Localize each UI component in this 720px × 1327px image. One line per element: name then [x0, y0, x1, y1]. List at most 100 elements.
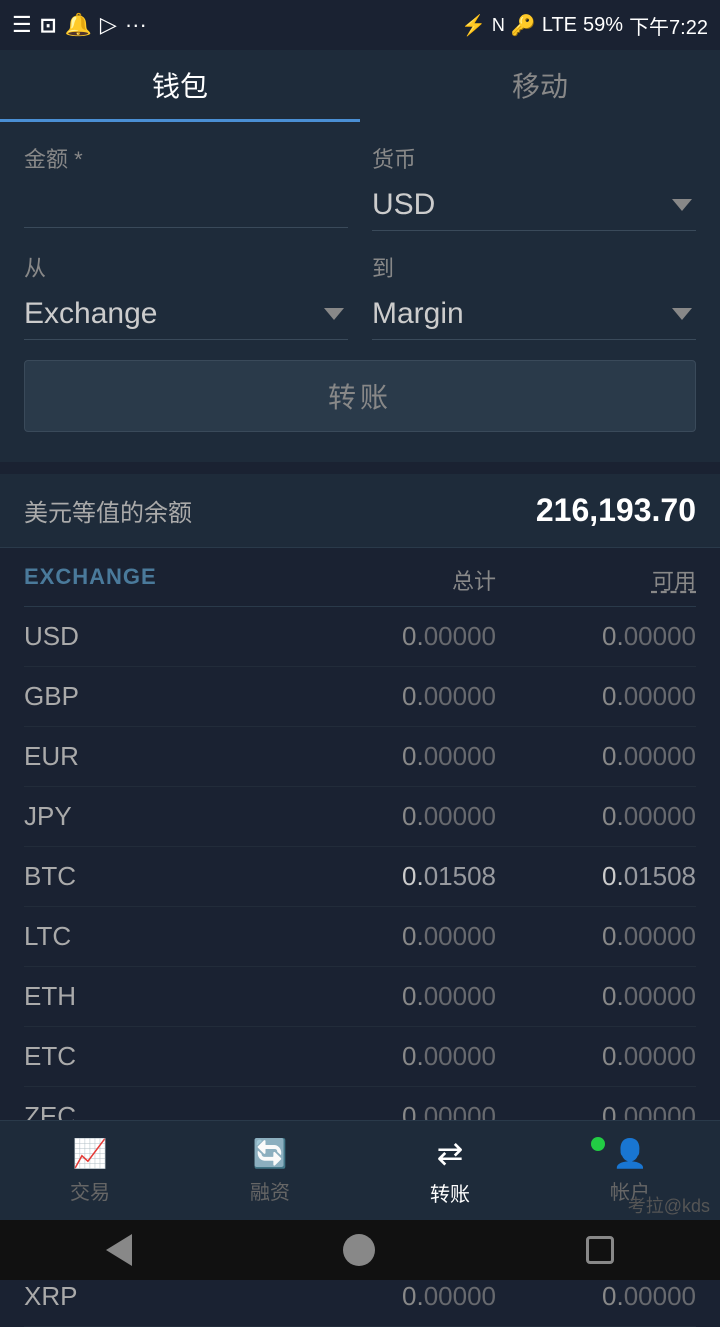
currency-cell: JPY [24, 801, 296, 832]
from-group: 从 Exchange [24, 251, 348, 340]
recents-button[interactable] [586, 1236, 614, 1264]
table-row: USD 0.00000 0.00000 [24, 607, 696, 667]
trade-icon: 📈 [73, 1137, 108, 1170]
table-row: LTC 0.00000 0.00000 [24, 907, 696, 967]
currency-select[interactable]: USD [372, 180, 696, 231]
to-label: 到 [372, 251, 696, 283]
avail-cell: 0.00000 [496, 1041, 696, 1072]
bottom-nav: 📈 交易 🔄 融资 ⇄ 转账 👤 帐户 [0, 1120, 720, 1220]
send-icon: ▷ [100, 12, 117, 38]
currency-cell: USD [24, 621, 296, 652]
status-bar: ☰ ⊡ 🔔 ▷ ··· ⚡ N 🔑 LTE 59% 下午7:22 [0, 0, 720, 50]
status-left: ☰ ⊡ 🔔 ▷ ··· [12, 12, 147, 38]
amount-group: 金额 * [24, 142, 348, 231]
amount-currency-row: 金额 * 货币 USD [24, 142, 696, 231]
table-row: GBP 0.00000 0.00000 [24, 667, 696, 727]
currency-cell: GBP [24, 681, 296, 712]
total-cell: 0.00000 [296, 801, 496, 832]
nfc-icon: N [492, 15, 505, 36]
back-button[interactable] [106, 1234, 132, 1266]
currency-cell: EUR [24, 741, 296, 772]
avail-cell: 0.00000 [496, 681, 696, 712]
from-to-row: 从 Exchange 到 Margin [24, 251, 696, 340]
currency-cell: LTC [24, 921, 296, 952]
avail-cell: 0.00000 [496, 921, 696, 952]
status-right: ⚡ N 🔑 LTE 59% 下午7:22 [461, 11, 708, 40]
col-avail-header: 可用 [496, 564, 696, 596]
transfer-button[interactable]: 转账 [24, 360, 696, 432]
col-total-header: 总计 [296, 564, 496, 596]
online-dot [591, 1137, 605, 1151]
exchange-header: EXCHANGE 总计 可用 [24, 548, 696, 607]
to-value: Margin [372, 297, 696, 331]
finance-icon: 🔄 [253, 1137, 288, 1170]
balance-label: 美元等值的余额 [24, 493, 192, 528]
balance-value: 216,193.70 [536, 492, 696, 529]
currency-cell: XRP [24, 1281, 296, 1312]
nav-transfer[interactable]: ⇄ 转账 [360, 1121, 540, 1220]
table-row: EUR 0.00000 0.00000 [24, 727, 696, 787]
avail-cell: 0.00000 [496, 1281, 696, 1312]
back-icon [106, 1234, 132, 1266]
total-cell: 0.01508 [296, 861, 496, 892]
menu-icon: ☰ [12, 12, 32, 38]
table-row: JPY 0.00000 0.00000 [24, 787, 696, 847]
tab-wallet[interactable]: 钱包 [0, 50, 360, 122]
avail-cell: 0.00000 [496, 981, 696, 1012]
currency-cell: ETH [24, 981, 296, 1012]
table-row: ETC 0.00000 0.00000 [24, 1027, 696, 1087]
from-label: 从 [24, 251, 348, 283]
table-row: BTC 0.01508 0.01508 [24, 847, 696, 907]
form-area: 金额 * 货币 USD 从 Exchange [0, 122, 720, 462]
currency-value: USD [372, 188, 696, 222]
s-icon: ⊡ [40, 13, 57, 38]
avail-cell: 0.01508 [496, 861, 696, 892]
to-group: 到 Margin [372, 251, 696, 340]
bell-icon: 🔔 [65, 12, 92, 38]
amount-label: 金额 * [24, 142, 348, 174]
from-select[interactable]: Exchange [24, 289, 348, 340]
tab-bar: 钱包 移动 [0, 50, 720, 122]
currency-group: 货币 USD [372, 142, 696, 231]
battery-icon: 59% [583, 14, 623, 37]
bluetooth-icon: ⚡ [461, 13, 486, 38]
avail-cell: 0.00000 [496, 801, 696, 832]
watermark: 考拉@kds [628, 1192, 710, 1218]
amount-input[interactable] [24, 180, 348, 228]
signal-icon: LTE [542, 14, 577, 37]
currency-cell: ETC [24, 1041, 296, 1072]
nav-trade[interactable]: 📈 交易 [0, 1121, 180, 1220]
currency-chevron-icon [672, 199, 692, 211]
home-bar [0, 1220, 720, 1280]
avail-cell: 0.00000 [496, 621, 696, 652]
home-button[interactable] [343, 1234, 375, 1266]
table-row: ETH 0.00000 0.00000 [24, 967, 696, 1027]
total-cell: 0.00000 [296, 681, 496, 712]
to-select[interactable]: Margin [372, 289, 696, 340]
nav-finance[interactable]: 🔄 融资 [180, 1121, 360, 1220]
tab-move[interactable]: 移动 [360, 50, 720, 122]
total-cell: 0.00000 [296, 921, 496, 952]
balance-area: 美元等值的余额 216,193.70 [0, 474, 720, 548]
from-chevron-icon [324, 308, 344, 320]
total-cell: 0.00000 [296, 1281, 496, 1312]
home-icon [343, 1234, 375, 1266]
currency-label: 货币 [372, 142, 696, 174]
avail-cell: 0.00000 [496, 741, 696, 772]
recents-icon [586, 1236, 614, 1264]
key-icon: 🔑 [511, 13, 536, 38]
total-cell: 0.00000 [296, 1041, 496, 1072]
exchange-section-title: EXCHANGE [24, 564, 296, 596]
currency-cell: BTC [24, 861, 296, 892]
total-cell: 0.00000 [296, 981, 496, 1012]
time-display: 下午7:22 [629, 11, 708, 40]
dots-icon: ··· [125, 12, 147, 38]
from-value: Exchange [24, 297, 348, 331]
transfer-btn-wrapper: 转账 [24, 360, 696, 432]
nav-trade-label: 交易 [70, 1176, 110, 1205]
account-icon: 👤 [613, 1137, 648, 1170]
total-cell: 0.00000 [296, 621, 496, 652]
transfer-icon: ⇄ [437, 1134, 464, 1172]
total-cell: 0.00000 [296, 741, 496, 772]
nav-finance-label: 融资 [250, 1176, 290, 1205]
